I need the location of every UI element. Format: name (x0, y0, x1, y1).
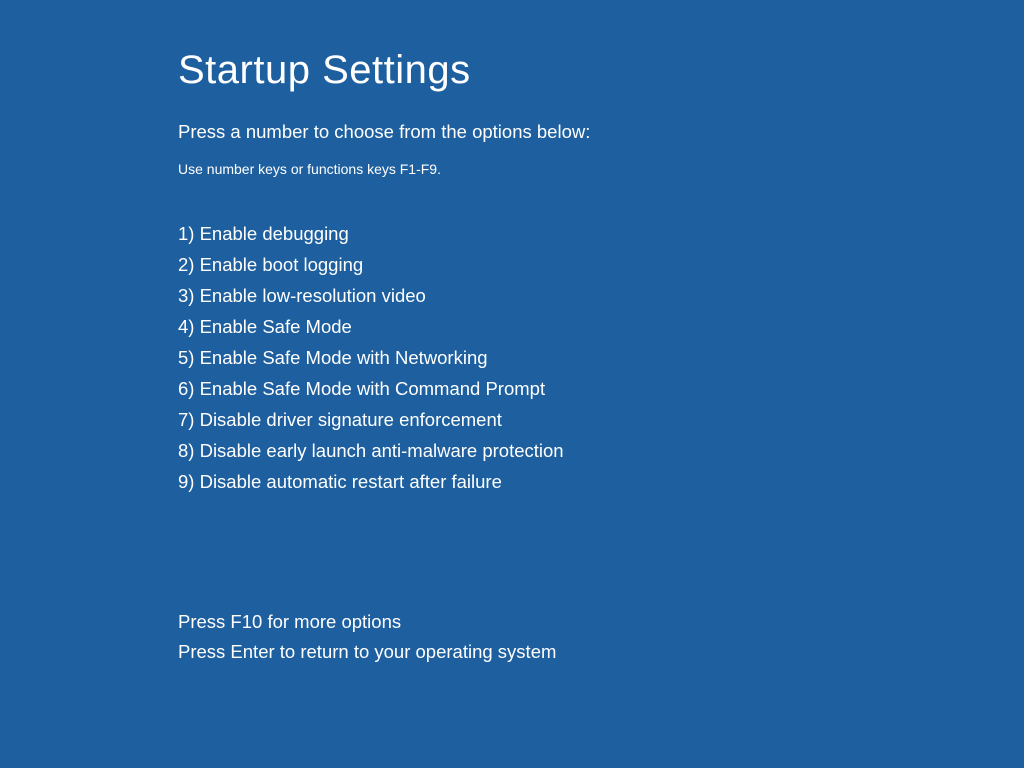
option-9-disable-auto-restart[interactable]: 9) Disable automatic restart after failu… (178, 467, 1024, 497)
startup-settings-screen: Startup Settings Press a number to choos… (0, 0, 1024, 667)
option-4-safe-mode[interactable]: 4) Enable Safe Mode (178, 312, 1024, 342)
option-6-safe-mode-cmd[interactable]: 6) Enable Safe Mode with Command Prompt (178, 374, 1024, 404)
option-7-disable-driver-sig[interactable]: 7) Disable driver signature enforcement (178, 405, 1024, 435)
option-8-disable-antimalware[interactable]: 8) Disable early launch anti-malware pro… (178, 436, 1024, 466)
option-3-low-res-video[interactable]: 3) Enable low-resolution video (178, 281, 1024, 311)
footer: Press F10 for more options Press Enter t… (178, 607, 1024, 667)
page-title: Startup Settings (178, 48, 1024, 93)
option-2-boot-logging[interactable]: 2) Enable boot logging (178, 250, 1024, 280)
footer-more-options: Press F10 for more options (178, 607, 1024, 637)
options-list: 1) Enable debugging 2) Enable boot loggi… (178, 219, 1024, 497)
instruction-text: Press a number to choose from the option… (178, 121, 1024, 143)
footer-return: Press Enter to return to your operating … (178, 637, 1024, 667)
option-1-debugging[interactable]: 1) Enable debugging (178, 219, 1024, 249)
option-5-safe-mode-networking[interactable]: 5) Enable Safe Mode with Networking (178, 343, 1024, 373)
hint-text: Use number keys or functions keys F1-F9. (178, 161, 1024, 177)
